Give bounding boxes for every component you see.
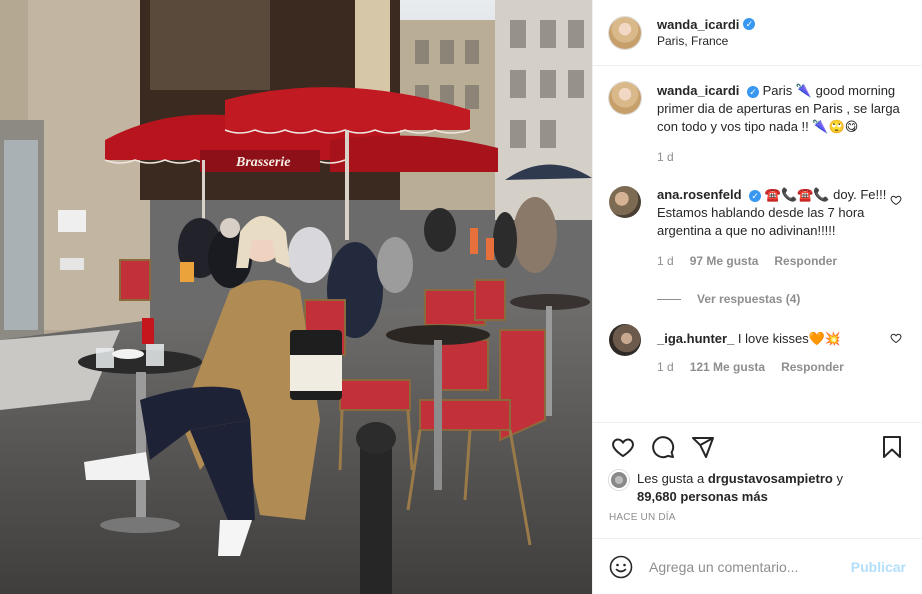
view-replies-label: Ver respuestas (4) xyxy=(697,292,801,306)
brasserie-sign: Brasserie xyxy=(235,155,290,170)
comment-username[interactable]: ana.rosenfeld xyxy=(657,187,742,202)
share-icon xyxy=(692,436,714,458)
bookmark-icon xyxy=(883,435,901,458)
comment-like-heart-icon[interactable] xyxy=(890,332,902,344)
likes-summary: Les gusta a drgustavosampietro y 89,680 … xyxy=(593,470,922,506)
comments-section: wanda_icardi ✓ Paris 🌂 good morning prim… xyxy=(593,66,922,422)
share-button[interactable] xyxy=(683,427,723,467)
add-comment-bar: Publicar xyxy=(593,538,922,594)
likes-joiner: y xyxy=(836,471,843,486)
comment-input[interactable] xyxy=(649,558,851,575)
publish-button[interactable]: Publicar xyxy=(851,559,906,575)
comment-likes[interactable]: 121 Me gusta xyxy=(690,360,765,374)
caption-meta: 1 d xyxy=(657,150,901,164)
post-timestamp[interactable]: HACE UN DÍA xyxy=(593,506,922,530)
comment-button[interactable] xyxy=(643,427,683,467)
author-avatar[interactable] xyxy=(609,16,641,49)
author-username-row: wanda_icardi ✓ xyxy=(657,16,756,33)
likes-count[interactable]: 89,680 personas más xyxy=(637,489,768,504)
save-button[interactable] xyxy=(872,427,912,467)
post-action-bar xyxy=(593,422,922,470)
like-button[interactable] xyxy=(603,427,643,467)
comment-likes[interactable]: 97 Me gusta xyxy=(690,254,759,268)
caption-time[interactable]: 1 d xyxy=(657,150,674,164)
verified-badge-icon: ✓ xyxy=(743,18,756,30)
comment-item: ana.rosenfeld ✓ ☎️📞☎️📞 doy. Fe!!! Estamo… xyxy=(609,186,906,268)
comment-time[interactable]: 1 d xyxy=(657,254,674,268)
post-details-panel: wanda_icardi ✓ Paris, France wanda_icard… xyxy=(592,0,922,594)
comment-text: I love kisses🧡💥 xyxy=(737,331,842,346)
cafe-photo-illustration: Brasserie xyxy=(0,0,592,594)
comment-text-block: _iga.hunter_ I love kisses🧡💥 xyxy=(657,330,901,348)
comment-username[interactable]: _iga.hunter_ xyxy=(657,331,734,346)
likes-prefix: Les gusta a xyxy=(637,471,705,486)
post-photo[interactable]: Brasserie xyxy=(0,0,592,594)
heart-icon xyxy=(612,437,634,457)
commenter-avatar[interactable] xyxy=(609,186,641,218)
author-username[interactable]: wanda_icardi xyxy=(657,16,739,33)
comment-meta: 1 d 97 Me gusta Responder xyxy=(657,254,901,268)
replies-divider xyxy=(657,298,681,300)
view-replies-button[interactable]: Ver respuestas (4) xyxy=(657,292,906,306)
caption-comment: wanda_icardi ✓ Paris 🌂 good morning prim… xyxy=(609,82,906,164)
caption-text-block: wanda_icardi ✓ Paris 🌂 good morning prim… xyxy=(657,82,901,136)
emoji-icon[interactable] xyxy=(609,555,633,579)
comment-icon xyxy=(652,435,675,458)
comment-text-block: ana.rosenfeld ✓ ☎️📞☎️📞 doy. Fe!!! Estamo… xyxy=(657,186,901,240)
caption-avatar[interactable] xyxy=(609,82,641,114)
likes-text: Les gusta a drgustavosampietro y 89,680 … xyxy=(637,470,843,506)
instagram-post: Brasserie wanda_icardi ✓ Paris, France w… xyxy=(0,0,922,594)
reply-button[interactable]: Responder xyxy=(781,360,844,374)
reply-button[interactable]: Responder xyxy=(774,254,837,268)
liker-avatar[interactable] xyxy=(609,470,629,490)
comment-like-heart-icon[interactable] xyxy=(890,194,902,206)
post-header: wanda_icardi ✓ Paris, France xyxy=(593,0,922,66)
post-location[interactable]: Paris, France xyxy=(657,33,755,50)
verified-badge-icon: ✓ xyxy=(749,190,762,202)
comment-meta: 1 d 121 Me gusta Responder xyxy=(657,360,901,374)
liker-username[interactable]: drgustavosampietro xyxy=(708,471,833,486)
caption-username[interactable]: wanda_icardi xyxy=(657,83,739,98)
comment-item: _iga.hunter_ I love kisses🧡💥 1 d 121 Me … xyxy=(609,324,906,374)
verified-badge-icon: ✓ xyxy=(747,86,759,98)
comment-time[interactable]: 1 d xyxy=(657,360,674,374)
commenter-avatar[interactable] xyxy=(609,324,641,356)
